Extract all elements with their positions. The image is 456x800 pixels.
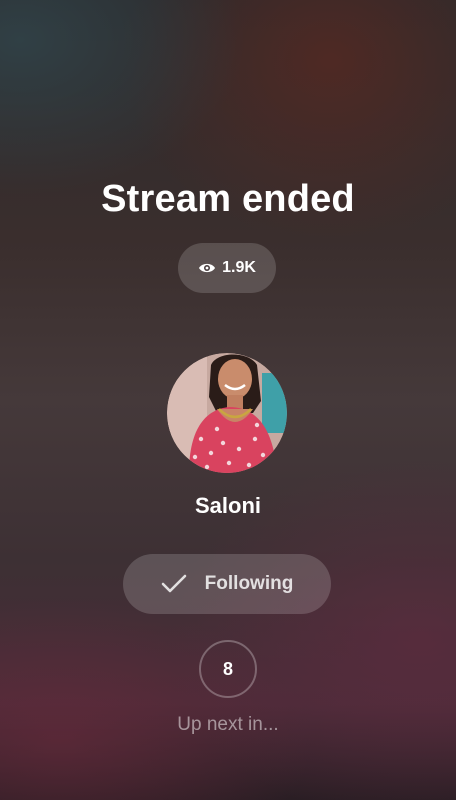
eye-icon	[198, 261, 216, 275]
check-icon	[161, 574, 187, 594]
following-button[interactable]: Following	[123, 554, 331, 614]
countdown-timer: 8	[199, 640, 257, 698]
page-title: Stream ended	[101, 178, 355, 220]
up-next-label: Up next in...	[177, 714, 279, 735]
following-label: Following	[204, 573, 294, 594]
streamer-name: Saloni	[194, 493, 261, 518]
avatar[interactable]	[167, 353, 287, 473]
stream-ended-screen: Stream ended 1.9K Saloni Following 8 Up …	[0, 0, 456, 800]
view-count: 1.9K	[222, 259, 256, 276]
view-count-badge: 1.9K	[178, 243, 276, 293]
